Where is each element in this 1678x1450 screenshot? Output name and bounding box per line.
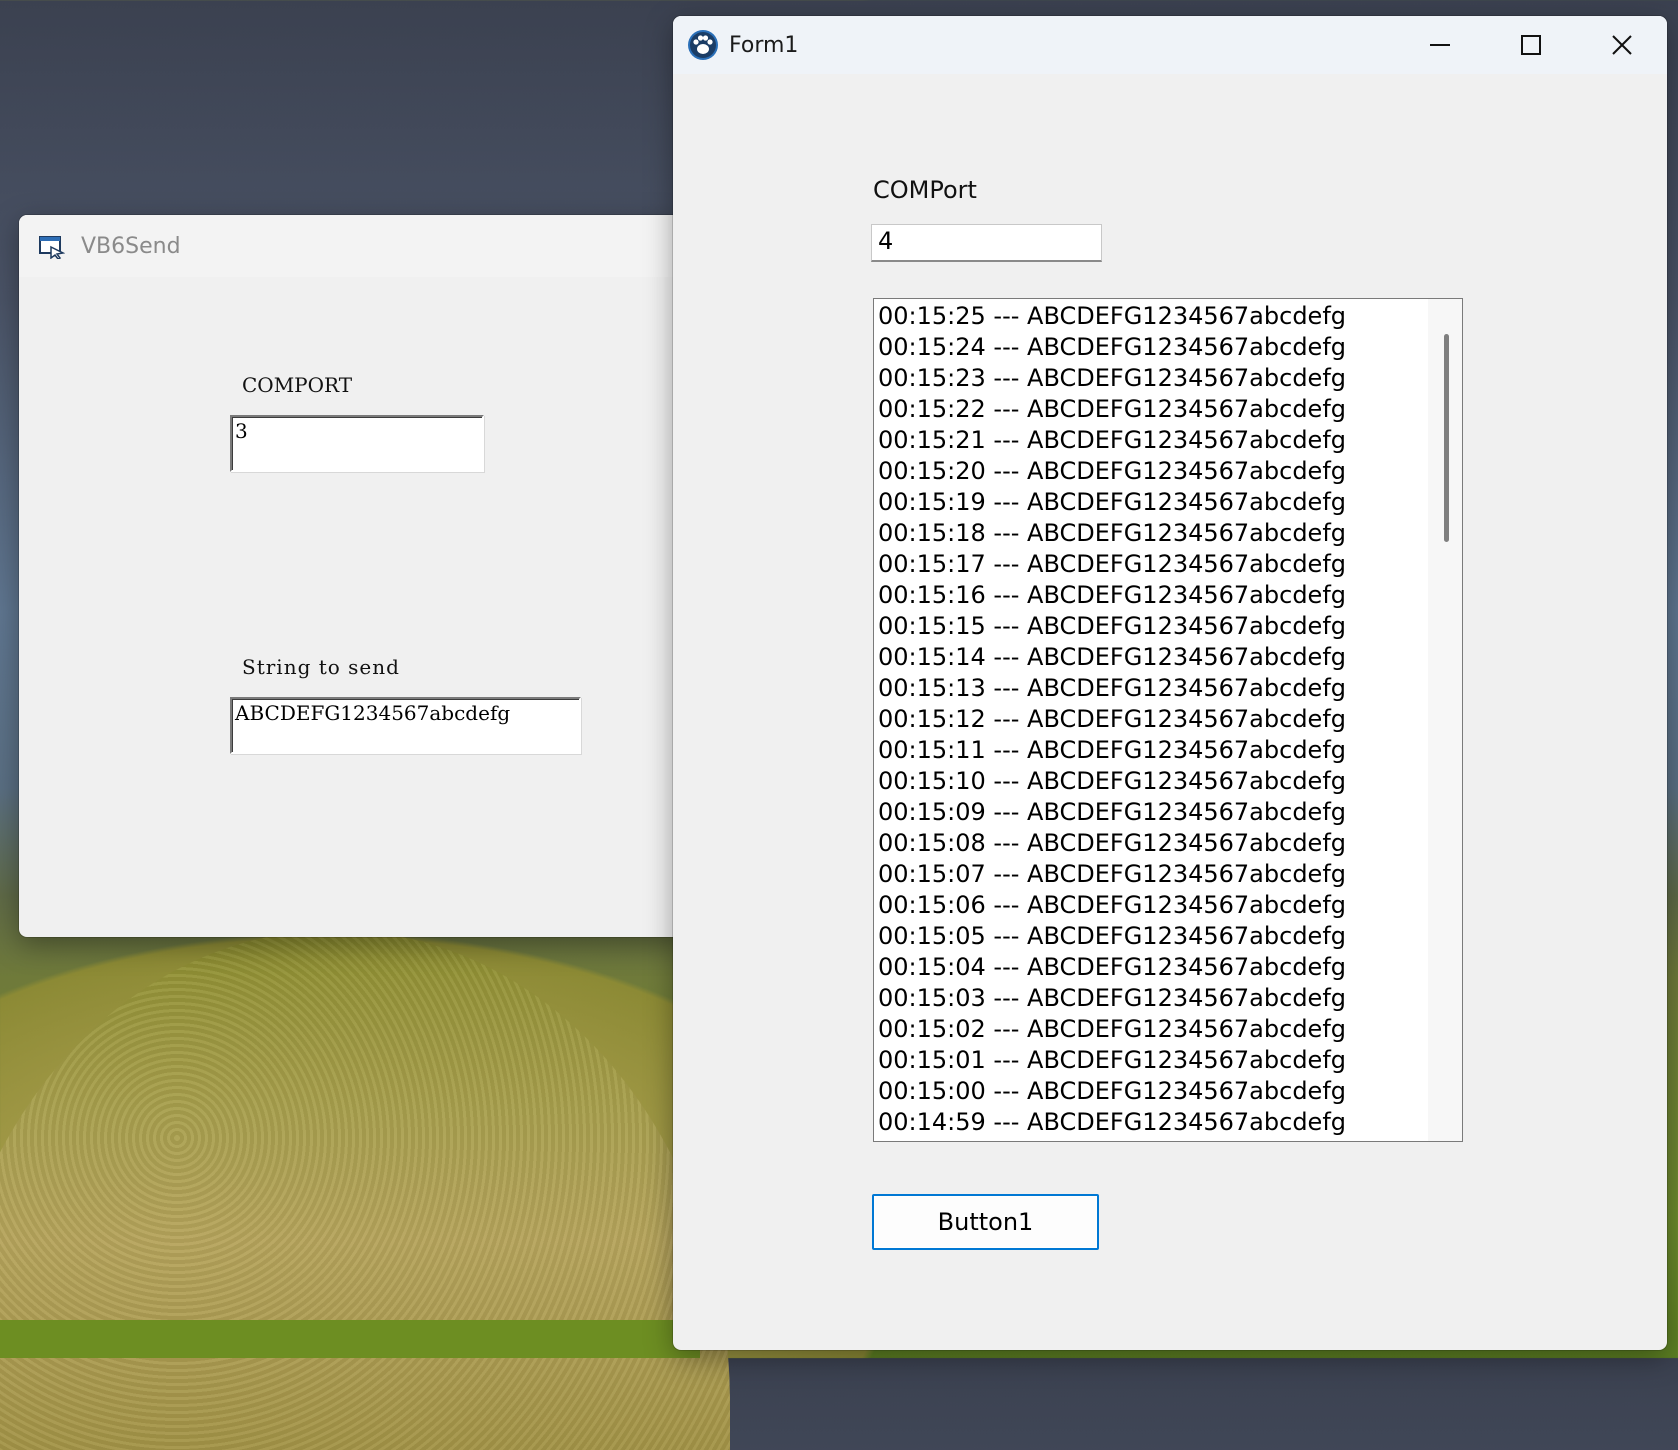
vb-string-input[interactable]: ABCDEFG1234567abcdefg <box>230 697 581 754</box>
list-item[interactable]: 00:15:11 --- ABCDEFG1234567abcdefg <box>874 735 1462 766</box>
maximize-button[interactable] <box>1485 16 1576 74</box>
close-button[interactable] <box>1576 16 1667 74</box>
vb6-form-icon <box>39 236 65 259</box>
list-item[interactable]: 00:15:06 --- ABCDEFG1234567abcdefg <box>874 890 1462 921</box>
form1-comport-label: COMPort <box>873 176 977 204</box>
vb6send-title: VB6Send <box>81 233 181 259</box>
list-item[interactable]: 00:15:21 --- ABCDEFG1234567abcdefg <box>874 425 1462 456</box>
list-item[interactable]: 00:15:20 --- ABCDEFG1234567abcdefg <box>874 456 1462 487</box>
list-item[interactable]: 00:15:13 --- ABCDEFG1234567abcdefg <box>874 673 1462 704</box>
form1-comport-input[interactable]: 4 <box>871 224 1102 262</box>
list-item[interactable]: 00:15:25 --- ABCDEFG1234567abcdefg <box>874 301 1462 332</box>
list-item[interactable]: 00:15:14 --- ABCDEFG1234567abcdefg <box>874 642 1462 673</box>
list-item[interactable]: 00:15:22 --- ABCDEFG1234567abcdefg <box>874 394 1462 425</box>
list-item[interactable]: 00:15:23 --- ABCDEFG1234567abcdefg <box>874 363 1462 394</box>
list-item[interactable]: 00:15:15 --- ABCDEFG1234567abcdefg <box>874 611 1462 642</box>
list-item[interactable]: 00:15:16 --- ABCDEFG1234567abcdefg <box>874 580 1462 611</box>
vb6send-window[interactable]: VB6Send COMPORT 3 String to send ABCDEFG… <box>19 215 689 937</box>
listbox-scrollbar[interactable] <box>1428 299 1462 1141</box>
form1-title: Form1 <box>729 32 799 58</box>
list-item[interactable]: 00:15:04 --- ABCDEFG1234567abcdefg <box>874 952 1462 983</box>
caption-buttons <box>1394 16 1667 74</box>
list-item[interactable]: 00:14:59 --- ABCDEFG1234567abcdefg <box>874 1107 1462 1138</box>
list-item[interactable]: 00:15:10 --- ABCDEFG1234567abcdefg <box>874 766 1462 797</box>
list-item[interactable]: 00:15:08 --- ABCDEFG1234567abcdefg <box>874 828 1462 859</box>
desktop-grass <box>0 1320 700 1358</box>
received-listbox[interactable]: 00:15:25 --- ABCDEFG1234567abcdefg 00:15:… <box>873 298 1463 1142</box>
list-item[interactable]: 00:15:07 --- ABCDEFG1234567abcdefg <box>874 859 1462 890</box>
listbox-rows: 00:15:25 --- ABCDEFG1234567abcdefg 00:15:… <box>874 299 1462 1138</box>
form1-window[interactable]: Form1 COMPort 4 00:15:25 --- ABCDEFG1234… <box>673 16 1667 1350</box>
list-item[interactable]: 00:15:00 --- ABCDEFG1234567abcdefg <box>874 1076 1462 1107</box>
maximize-icon <box>1520 35 1541 55</box>
list-item[interactable]: 00:15:18 --- ABCDEFG1234567abcdefg <box>874 518 1462 549</box>
list-item[interactable]: 00:15:03 --- ABCDEFG1234567abcdefg <box>874 983 1462 1014</box>
form1-titlebar[interactable]: Form1 <box>673 16 1667 74</box>
vb-comport-input[interactable]: 3 <box>230 415 484 472</box>
vb6send-titlebar[interactable]: VB6Send <box>19 215 689 277</box>
paw-icon <box>688 30 718 60</box>
minimize-icon <box>1429 44 1450 46</box>
list-item[interactable]: 00:15:02 --- ABCDEFG1234567abcdefg <box>874 1014 1462 1045</box>
list-item[interactable]: 00:15:09 --- ABCDEFG1234567abcdefg <box>874 797 1462 828</box>
list-item[interactable]: 00:15:12 --- ABCDEFG1234567abcdefg <box>874 704 1462 735</box>
minimize-button[interactable] <box>1394 16 1485 74</box>
desktop-hill <box>0 930 730 1450</box>
close-icon <box>1611 35 1632 55</box>
scrollbar-thumb[interactable] <box>1444 334 1449 542</box>
vb-string-label: String to send <box>242 655 400 679</box>
list-item[interactable]: 00:15:05 --- ABCDEFG1234567abcdefg <box>874 921 1462 952</box>
list-item[interactable]: 00:15:19 --- ABCDEFG1234567abcdefg <box>874 487 1462 518</box>
button1[interactable]: Button1 <box>872 1194 1099 1250</box>
vb-comport-label: COMPORT <box>242 373 353 397</box>
list-item[interactable]: 00:15:24 --- ABCDEFG1234567abcdefg <box>874 332 1462 363</box>
list-item[interactable]: 00:15:17 --- ABCDEFG1234567abcdefg <box>874 549 1462 580</box>
list-item[interactable]: 00:15:01 --- ABCDEFG1234567abcdefg <box>874 1045 1462 1076</box>
